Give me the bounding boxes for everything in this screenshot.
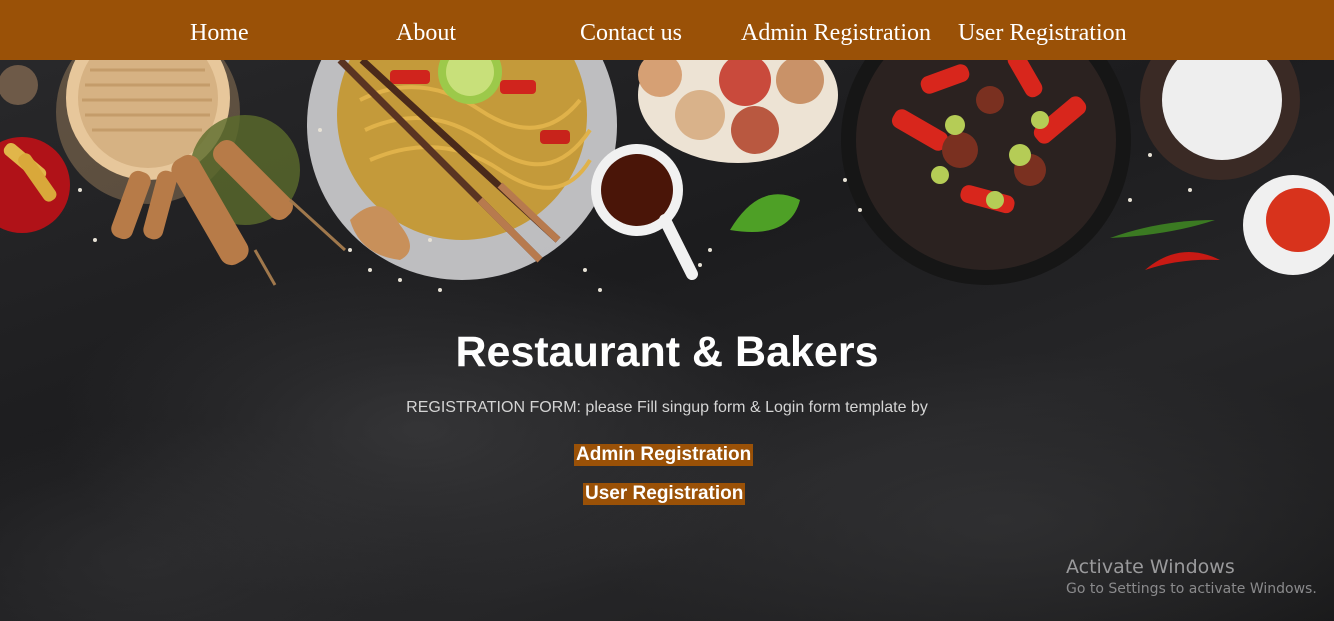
user-registration-button[interactable]: User Registration bbox=[583, 483, 746, 505]
nav-user-registration-link[interactable]: User Registration bbox=[958, 0, 1127, 60]
nav-home-link[interactable]: Home bbox=[190, 0, 249, 60]
food-background-image bbox=[0, 60, 1334, 292]
watermark-subtitle: Go to Settings to activate Windows. bbox=[1066, 581, 1317, 597]
top-navbar: Home About Contact us Admin Registration… bbox=[0, 0, 1334, 60]
admin-registration-button[interactable]: Admin Registration bbox=[574, 444, 754, 466]
nav-admin-registration-link[interactable]: Admin Registration bbox=[741, 0, 931, 60]
nav-about-link[interactable]: About bbox=[396, 0, 456, 60]
page-title: Restaurant & Bakers bbox=[455, 328, 879, 376]
watermark-title: Activate Windows bbox=[1066, 556, 1235, 578]
activate-windows-watermark: Activate Windows Go to Settings to activ… bbox=[1066, 556, 1317, 597]
nav-contact-link[interactable]: Contact us bbox=[580, 0, 682, 60]
page-subtitle: REGISTRATION FORM: please Fill singup fo… bbox=[406, 399, 928, 416]
